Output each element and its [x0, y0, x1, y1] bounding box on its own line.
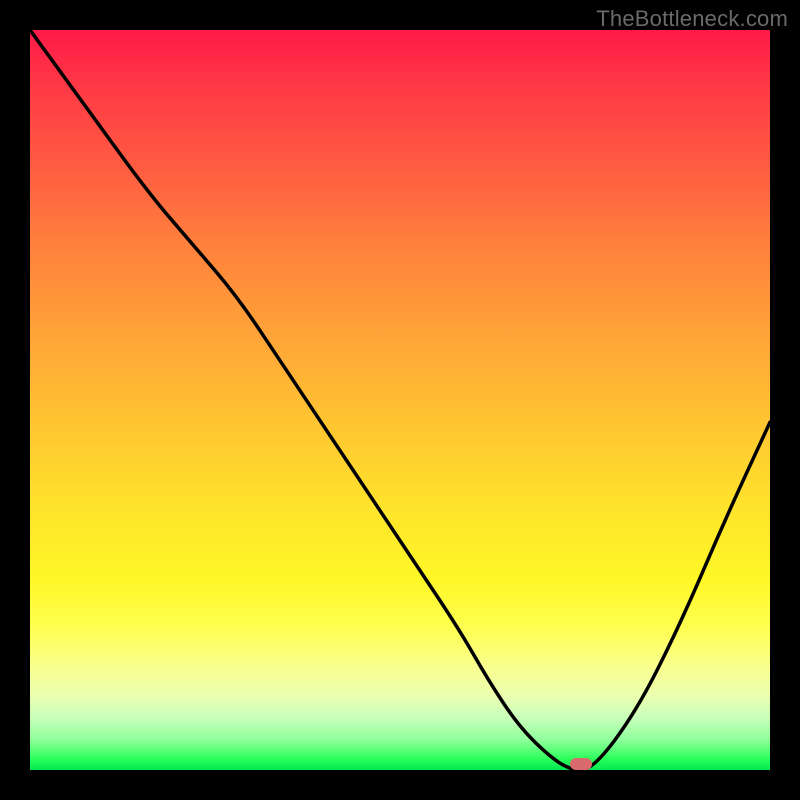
- optimal-point-marker: [570, 758, 592, 770]
- plot-area: [30, 30, 770, 770]
- chart-frame: TheBottleneck.com: [0, 0, 800, 800]
- bottleneck-curve: [30, 30, 770, 770]
- curve-path: [30, 30, 770, 770]
- watermark-text: TheBottleneck.com: [596, 6, 788, 32]
